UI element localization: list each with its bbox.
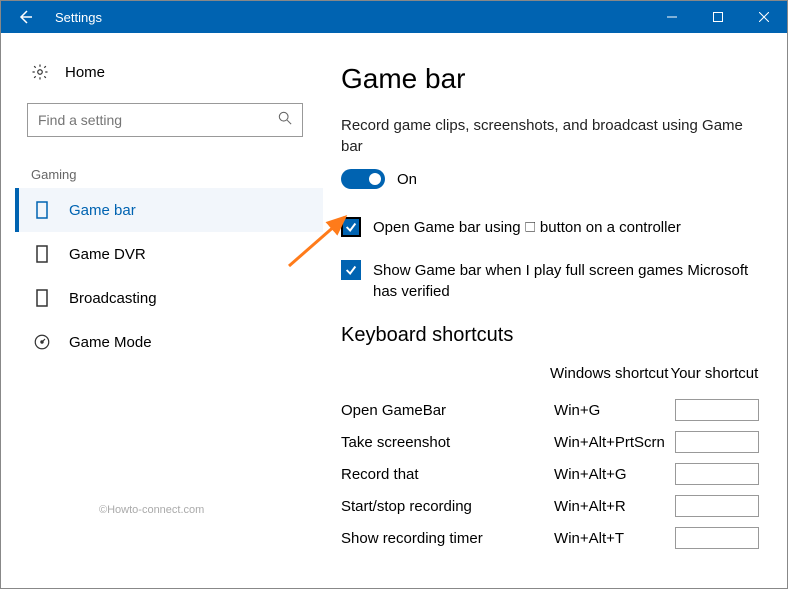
shortcut-label: Take screenshot <box>341 434 554 451</box>
shortcut-label: Record that <box>341 466 554 483</box>
watermark: ©Howto-connect.com <box>99 504 204 516</box>
sidebar-item-game-dvr[interactable]: Game DVR <box>15 232 323 276</box>
shortcut-row: Record thatWin+Alt+G <box>341 458 759 490</box>
shortcut-row: Open GameBarWin+G <box>341 394 759 426</box>
search-field[interactable] <box>38 112 278 128</box>
maximize-button[interactable] <box>695 1 741 33</box>
sidebar-item-label: Broadcasting <box>69 290 157 307</box>
col-windows-shortcut: Windows shortcut <box>550 365 670 382</box>
shortcut-row: Take screenshotWin+Alt+PrtScrn <box>341 426 759 458</box>
main-panel: Game bar Record game clips, screenshots,… <box>331 33 787 588</box>
your-shortcut-input[interactable] <box>675 527 759 549</box>
sidebar-item-label: Game bar <box>69 202 136 219</box>
your-shortcut-input[interactable] <box>675 463 759 485</box>
col-your-shortcut: Your shortcut <box>670 365 759 382</box>
shortcut-row: Start/stop recordingWin+Alt+R <box>341 490 759 522</box>
windows-shortcut: Win+G <box>554 402 675 419</box>
window-title: Settings <box>49 10 649 25</box>
close-button[interactable] <box>741 1 787 33</box>
sidebar-item-game-bar[interactable]: Game bar <box>15 188 323 232</box>
sidebar-item-game-mode[interactable]: Game Mode <box>15 320 323 364</box>
windows-shortcut: Win+Alt+G <box>554 466 675 483</box>
shortcut-label: Start/stop recording <box>341 498 554 515</box>
rect-icon <box>33 245 51 263</box>
rect-icon <box>33 201 51 219</box>
shortcut-label: Open GameBar <box>341 402 554 419</box>
fullscreen-checkbox[interactable] <box>341 260 361 280</box>
sidebar-item-broadcasting[interactable]: Broadcasting <box>15 276 323 320</box>
shortcuts-heading: Keyboard shortcuts <box>341 324 759 347</box>
windows-shortcut: Win+Alt+T <box>554 530 675 547</box>
gauge-icon <box>33 333 51 351</box>
your-shortcut-input[interactable] <box>675 495 759 517</box>
rect-icon <box>33 289 51 307</box>
game-bar-toggle[interactable] <box>341 169 385 189</box>
toggle-label: On <box>397 171 417 188</box>
minimize-button[interactable] <box>649 1 695 33</box>
sidebar-item-label: Game Mode <box>69 334 152 351</box>
home-label: Home <box>65 64 105 81</box>
page-description: Record game clips, screenshots, and broa… <box>341 115 759 157</box>
windows-shortcut: Win+Alt+R <box>554 498 675 515</box>
section-label: Gaming <box>25 163 323 188</box>
gear-icon <box>31 63 49 81</box>
windows-shortcut: Win+Alt+PrtScrn <box>554 434 675 451</box>
home-link[interactable]: Home <box>25 53 323 95</box>
shortcut-table: Windows shortcut Your shortcut Open Game… <box>341 365 759 554</box>
page-title: Game bar <box>341 63 759 95</box>
shortcut-label: Show recording timer <box>341 530 554 547</box>
controller-checkbox[interactable] <box>341 217 361 237</box>
your-shortcut-input[interactable] <box>675 399 759 421</box>
search-input[interactable] <box>27 103 303 137</box>
back-button[interactable] <box>1 1 49 33</box>
controller-checkbox-label: Open Game bar using 🗆 button on a contro… <box>373 217 681 238</box>
fullscreen-checkbox-label: Show Game bar when I play full screen ga… <box>373 260 759 302</box>
shortcut-row: Show recording timerWin+Alt+T <box>341 522 759 554</box>
your-shortcut-input[interactable] <box>675 431 759 453</box>
titlebar: Settings <box>1 1 787 33</box>
sidebar-item-label: Game DVR <box>69 246 146 263</box>
search-icon <box>278 111 292 130</box>
